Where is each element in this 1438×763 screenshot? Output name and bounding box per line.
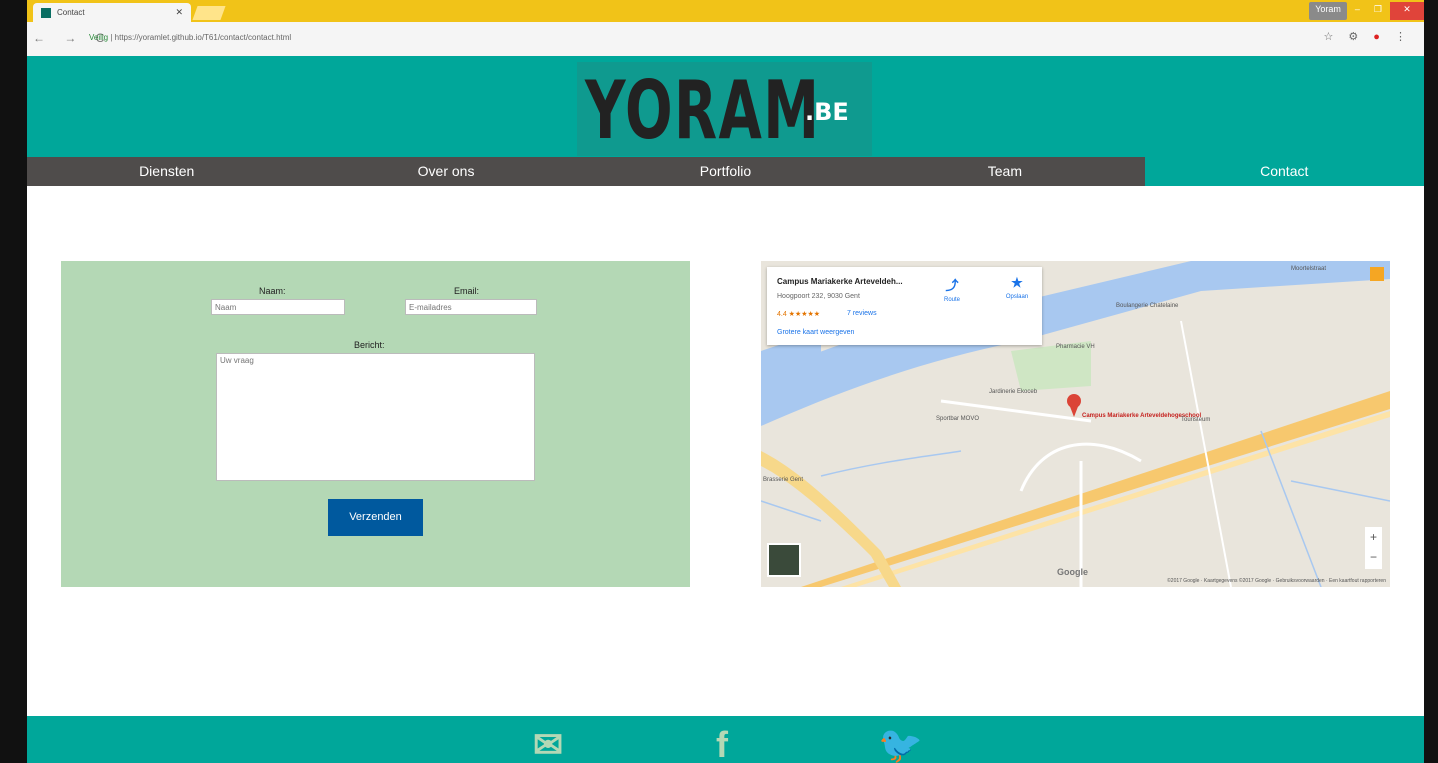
email-label: Email: [454,286,480,296]
site-footer: ✉ f 🐦 [27,716,1424,763]
site-logo[interactable]: YORAM .BE [577,62,872,157]
place-address: Hoogpoort 232, 9030 Gent [777,293,860,300]
map-label-bakery[interactable]: Boulangerie Chatelaine [1116,303,1178,309]
map-label-tourist[interactable]: Touristeum [1181,417,1210,423]
directions-icon: ⤴ [945,278,959,293]
map-label-jardinerie[interactable]: Jardinerie Ekoceb [989,389,1037,395]
facebook-icon[interactable]: f [716,724,728,763]
window-controls: Yoram – ❐ ✕ [1309,2,1424,20]
place-card[interactable]: Campus Mariakerke Arteveldeh... Hoogpoor… [767,267,1042,345]
nav-item-over-ons[interactable]: Over ons [306,157,585,186]
zoom-out-button[interactable]: − [1365,547,1382,567]
contact-form: Naam: Email: Bericht: Verzenden [61,261,690,587]
map-copyright[interactable]: ©2017 Google · Kaartgegevens ©2017 Googl… [1167,578,1386,584]
close-window-button[interactable]: ✕ [1390,2,1424,20]
submit-button[interactable]: Verzenden [328,499,423,536]
message-label: Bericht: [354,340,385,350]
nav-item-contact[interactable]: Contact [1144,157,1424,186]
map-label-top-right[interactable]: Moortelstraat [1291,266,1326,272]
directions-button[interactable]: ⤴ Route [932,275,972,303]
browser-window: Contact ✕ Yoram – ❐ ✕ ← → C Veilig | htt… [27,0,1424,763]
mail-icon[interactable]: ✉ [533,724,563,763]
tab-bar: Contact ✕ Yoram – ❐ ✕ [27,0,1424,22]
zoom-in-button[interactable]: + [1365,527,1382,547]
browser-tab[interactable]: Contact ✕ [33,3,191,22]
url-field[interactable]: Veilig | https://yoramlet.github.io/T61/… [89,30,1349,46]
secure-label: Veilig [89,33,109,42]
nav-item-portfolio[interactable]: Portfolio [586,157,865,186]
map-label-sportbar[interactable]: Sportbar MOVO [936,416,979,422]
fullscreen-button[interactable] [1370,267,1384,281]
url-text: https://yoramlet.github.io/T61/contact/c… [114,33,292,42]
main-nav: Diensten Over ons Portfolio Team Contact [27,157,1424,186]
google-logo: Google [1057,567,1088,577]
save-place-button[interactable]: ★ Opslaan [997,275,1037,300]
maximize-button[interactable]: ❐ [1368,2,1388,20]
star-icon: ★ [1011,275,1023,290]
save-label: Opslaan [1005,294,1029,300]
extension-icons[interactable]: ☆ ⚙ ● ⋮ [1323,30,1412,43]
satellite-toggle[interactable] [767,543,801,577]
zoom-control[interactable]: + − [1365,527,1382,569]
message-textarea[interactable] [216,353,535,481]
new-tab-button[interactable] [192,6,226,20]
place-rating: 4.4 ★★★★★ [777,311,821,318]
favicon-icon [41,7,51,18]
nav-item-team[interactable]: Team [865,157,1144,186]
map-label-pharmacy[interactable]: Pharmacie VH [1056,344,1095,350]
twitter-icon[interactable]: 🐦 [878,724,923,763]
site-header: YORAM .BE [27,56,1424,157]
tab-title: Contact [57,8,85,17]
name-input[interactable] [211,299,345,315]
nav-item-diensten[interactable]: Diensten [27,157,306,186]
minimize-button[interactable]: – [1349,2,1366,20]
place-title: Campus Mariakerke Arteveldeh... [777,277,903,286]
larger-map-link[interactable]: Grotere kaart weergeven [777,329,854,336]
address-bar-row: ← → C Veilig | https://yoramlet.github.i… [27,22,1424,57]
email-input[interactable] [405,299,537,315]
embedded-map[interactable]: Campus Mariakerke Arteveldeh... Hoogpoor… [761,261,1390,587]
name-label: Naam: [259,286,286,296]
place-reviews-link[interactable]: 7 reviews [847,310,877,317]
directions-label: Route [943,297,960,303]
logo-text: YORAM [585,64,821,157]
profile-button[interactable]: Yoram [1309,2,1347,20]
logo-tld: .BE [805,98,849,126]
map-label-brasserie[interactable]: Brasserie Gent [763,477,803,483]
tab-close-icon[interactable]: ✕ [175,7,183,18]
